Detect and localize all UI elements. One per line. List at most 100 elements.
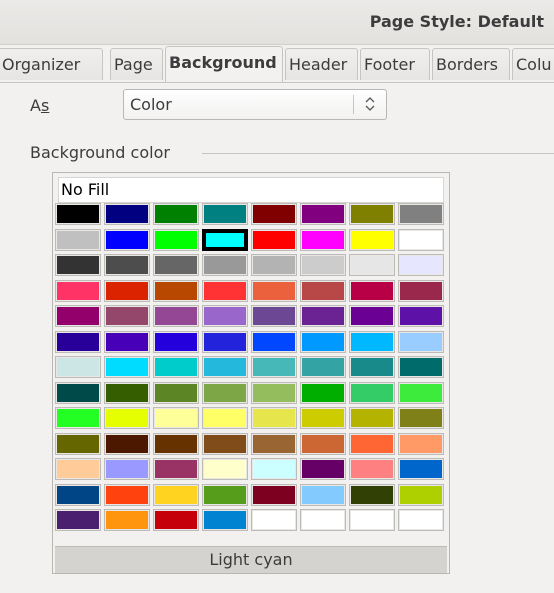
color-swatch[interactable] — [153, 203, 199, 225]
color-swatch[interactable] — [55, 254, 101, 276]
color-swatch[interactable] — [349, 229, 395, 251]
color-swatch[interactable] — [349, 280, 395, 302]
color-swatch[interactable] — [202, 484, 248, 506]
color-swatch[interactable] — [202, 509, 248, 531]
color-swatch[interactable] — [349, 458, 395, 480]
color-swatch[interactable] — [153, 305, 199, 327]
color-swatch[interactable] — [251, 484, 297, 506]
color-swatch[interactable] — [398, 305, 444, 327]
color-swatch[interactable] — [153, 458, 199, 480]
color-swatch[interactable] — [398, 509, 444, 531]
color-swatch[interactable] — [104, 356, 150, 378]
color-swatch[interactable] — [251, 229, 297, 251]
color-swatch[interactable] — [153, 331, 199, 353]
color-swatch[interactable] — [300, 229, 346, 251]
color-swatch[interactable] — [300, 484, 346, 506]
no-fill-option[interactable]: No Fill — [58, 177, 444, 203]
color-swatch[interactable] — [398, 407, 444, 429]
color-swatch[interactable] — [349, 356, 395, 378]
color-swatch[interactable] — [398, 356, 444, 378]
color-swatch[interactable] — [55, 305, 101, 327]
color-swatch[interactable] — [398, 229, 444, 251]
color-swatch[interactable] — [300, 382, 346, 404]
color-swatch[interactable] — [104, 229, 150, 251]
color-swatch[interactable] — [251, 356, 297, 378]
tab-page[interactable]: Page — [110, 48, 163, 80]
color-swatch[interactable] — [202, 254, 248, 276]
color-swatch[interactable] — [55, 458, 101, 480]
color-swatch[interactable] — [202, 433, 248, 455]
color-swatch[interactable] — [398, 254, 444, 276]
color-swatch[interactable] — [251, 331, 297, 353]
color-swatch[interactable] — [251, 407, 297, 429]
color-swatch[interactable] — [349, 305, 395, 327]
color-swatch[interactable] — [202, 407, 248, 429]
color-swatch[interactable] — [104, 254, 150, 276]
color-swatch[interactable] — [300, 203, 346, 225]
color-swatch[interactable] — [398, 382, 444, 404]
color-swatch[interactable] — [55, 484, 101, 506]
color-swatch[interactable] — [300, 305, 346, 327]
color-swatch[interactable] — [153, 356, 199, 378]
tab-footer[interactable]: Footer — [360, 48, 430, 80]
color-swatch[interactable] — [153, 433, 199, 455]
color-swatch[interactable] — [349, 433, 395, 455]
color-swatch[interactable] — [251, 254, 297, 276]
color-swatch[interactable] — [55, 433, 101, 455]
color-swatch[interactable] — [202, 203, 248, 225]
color-swatch[interactable] — [55, 509, 101, 531]
color-swatch[interactable] — [55, 203, 101, 225]
color-swatch[interactable] — [349, 254, 395, 276]
color-swatch[interactable] — [251, 203, 297, 225]
color-swatch[interactable] — [202, 229, 248, 251]
color-swatch[interactable] — [104, 331, 150, 353]
color-swatch[interactable] — [153, 484, 199, 506]
color-swatch[interactable] — [104, 280, 150, 302]
color-swatch[interactable] — [55, 382, 101, 404]
as-type-dropdown[interactable]: Color — [123, 89, 387, 120]
color-swatch[interactable] — [153, 382, 199, 404]
color-swatch[interactable] — [300, 356, 346, 378]
color-swatch[interactable] — [202, 280, 248, 302]
color-swatch[interactable] — [104, 484, 150, 506]
color-swatch[interactable] — [300, 280, 346, 302]
color-swatch[interactable] — [202, 458, 248, 480]
color-swatch[interactable] — [251, 509, 297, 531]
color-swatch[interactable] — [398, 458, 444, 480]
color-swatch[interactable] — [153, 280, 199, 302]
color-swatch[interactable] — [251, 382, 297, 404]
color-swatch[interactable] — [104, 433, 150, 455]
color-swatch[interactable] — [300, 254, 346, 276]
color-swatch[interactable] — [251, 280, 297, 302]
color-swatch[interactable] — [251, 458, 297, 480]
color-swatch[interactable] — [104, 382, 150, 404]
color-swatch[interactable] — [398, 484, 444, 506]
color-swatch[interactable] — [104, 458, 150, 480]
color-swatch[interactable] — [104, 509, 150, 531]
color-swatch[interactable] — [349, 509, 395, 531]
color-swatch[interactable] — [398, 280, 444, 302]
color-swatch[interactable] — [55, 280, 101, 302]
color-swatch[interactable] — [349, 382, 395, 404]
tab-organizer[interactable]: Organizer — [0, 48, 103, 80]
color-swatch[interactable] — [104, 203, 150, 225]
color-swatch[interactable] — [202, 331, 248, 353]
color-swatch[interactable] — [349, 203, 395, 225]
color-swatch[interactable] — [55, 229, 101, 251]
color-swatch[interactable] — [55, 356, 101, 378]
color-swatch[interactable] — [153, 254, 199, 276]
color-swatch[interactable] — [349, 484, 395, 506]
tab-columns[interactable]: Colu — [512, 48, 554, 80]
color-swatch[interactable] — [398, 433, 444, 455]
color-swatch[interactable] — [55, 407, 101, 429]
color-swatch[interactable] — [300, 331, 346, 353]
color-swatch[interactable] — [104, 407, 150, 429]
color-swatch[interactable] — [349, 331, 395, 353]
tab-borders[interactable]: Borders — [432, 48, 510, 80]
color-swatch[interactable] — [251, 433, 297, 455]
color-swatch[interactable] — [55, 331, 101, 353]
tab-header[interactable]: Header — [285, 48, 358, 80]
color-swatch[interactable] — [349, 407, 395, 429]
color-swatch[interactable] — [153, 407, 199, 429]
color-swatch[interactable] — [300, 407, 346, 429]
